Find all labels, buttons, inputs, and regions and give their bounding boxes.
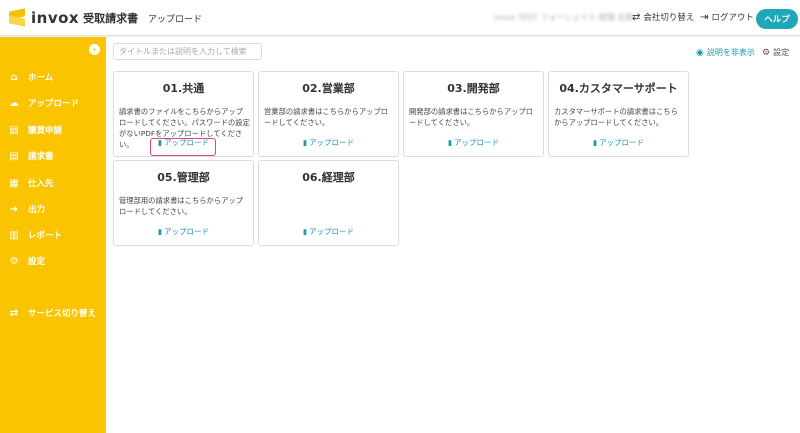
- upload-card: 02.営業部 営業部の請求書はこちらからアップロードしてください。 ▮ アップロー…: [258, 71, 399, 157]
- upload-link[interactable]: ▮ アップロード: [114, 226, 253, 237]
- hide-description-button[interactable]: ◉ 説明を非表示: [696, 47, 755, 58]
- sidebar-item-label: ホーム: [28, 73, 54, 83]
- handshake-icon: ⇄: [9, 307, 19, 319]
- sidebar-item-purchase-request[interactable]: ▤ 購買申請: [8, 123, 62, 137]
- sidebar-item-home[interactable]: ⌂ ホーム: [8, 70, 53, 84]
- file-icon: ▮: [592, 138, 598, 147]
- search-input[interactable]: [113, 43, 262, 60]
- brand-logo[interactable]: invox 受取請求書: [8, 8, 139, 27]
- upload-link[interactable]: ▮ アップロード: [259, 137, 398, 148]
- card-description: カスタマーサポートの請求書はこちらからアップロードしてください。: [554, 107, 678, 127]
- upload-link[interactable]: ▮ アップロード: [549, 137, 688, 148]
- service-switch-label: サービス切り替え: [28, 309, 97, 319]
- user-name: invox TEST フォーシェイル 経理 太郎: [494, 13, 634, 22]
- eye-slash-icon: ◉: [696, 47, 704, 58]
- building-icon: ▦: [9, 177, 19, 189]
- card-title: 02.営業部: [302, 82, 355, 95]
- sidebar-item-label: アップロード: [28, 99, 80, 109]
- sidebar-item-label: 仕入先: [28, 179, 54, 189]
- file-icon: ▮: [157, 227, 163, 236]
- page-title: アップロード: [148, 15, 203, 25]
- sidebar-item-settings[interactable]: ⚙ 設定: [8, 254, 46, 268]
- document-icon: ▤: [9, 124, 19, 136]
- file-icon: ▮: [302, 138, 308, 147]
- upload-card: 06.経理部 ▮ アップロード: [258, 160, 399, 246]
- logout-button[interactable]: ⇥ ログアウト: [700, 11, 754, 24]
- file-icon: ▮: [447, 138, 453, 147]
- upload-card: 04.カスタマーサポート カスタマーサポートの請求書はこちらからアップロードして…: [548, 71, 689, 157]
- sidebar-item-suppliers[interactable]: ▦ 仕入先: [8, 176, 54, 190]
- file-icon: ▮: [302, 227, 308, 236]
- gear-icon: ⚙: [9, 255, 19, 267]
- card-description: 開発部の請求書はこちらからアップロードしてください。: [409, 107, 534, 127]
- card-description: 管理部用の請求書はこちらからアップロードしてください。: [119, 196, 244, 216]
- highlight-box: [150, 138, 216, 156]
- sidebar-item-label: レポート: [28, 231, 63, 241]
- brand-name: invox: [31, 9, 80, 27]
- home-icon: ⌂: [10, 71, 18, 83]
- sidebar-item-label: 購買申請: [28, 126, 63, 136]
- upload-link[interactable]: ▮ アップロード: [404, 137, 543, 148]
- switch-company-button[interactable]: ⇄ 会社切り替え: [632, 11, 694, 24]
- chart-icon: ▥: [9, 229, 19, 241]
- upload-card: 03.開発部 開発部の請求書はこちらからアップロードしてください。 ▮ アップロー…: [403, 71, 544, 157]
- sidebar-item-label: 出力: [28, 205, 46, 215]
- service-switch-button[interactable]: ⇄ サービス切り替え: [8, 306, 96, 320]
- card-description: 営業部の請求書はこちらからアップロードしてください。: [264, 107, 389, 127]
- card-title: 06.経理部: [302, 171, 355, 184]
- app-header: invox 受取請求書 アップロード invox TEST フォーシェイル 経理…: [0, 0, 800, 36]
- card-title: 04.カスタマーサポート: [559, 82, 678, 95]
- chevron-left-icon[interactable]: ‹: [89, 44, 100, 55]
- invoice-icon: ▤: [9, 150, 19, 162]
- sidebar-item-reports[interactable]: ▥ レポート: [8, 228, 62, 242]
- sidebar-item-label: 設定: [28, 257, 46, 267]
- sidebar-item-label: 請求書: [28, 152, 54, 162]
- card-title: 03.開発部: [447, 82, 500, 95]
- cloud-upload-icon: ☁: [9, 97, 19, 109]
- card-title: 01.共通: [162, 82, 205, 95]
- upload-link[interactable]: ▮ アップロード: [259, 226, 398, 237]
- help-button[interactable]: ヘルプ: [756, 9, 798, 29]
- card-title: 05.管理部: [157, 171, 210, 184]
- sidebar-item-export[interactable]: ➜ 出力: [8, 202, 45, 216]
- upload-card: 05.管理部 管理部用の請求書はこちらからアップロードしてください。 ▮ アップロ…: [113, 160, 254, 246]
- sidebar: ‹ ⌂ ホーム ☁ アップロード ▤ 購買申請 ▤ 請求書 ▦ 仕入先 ➜ 出力…: [0, 37, 106, 433]
- sidebar-item-upload[interactable]: ☁ アップロード: [8, 96, 79, 110]
- invox-logo-icon: [8, 8, 26, 27]
- handshake-icon: ⇄: [632, 11, 641, 23]
- sidebar-item-invoices[interactable]: ▤ 請求書: [8, 149, 54, 163]
- export-icon: ➜: [9, 203, 19, 215]
- brand-subtitle: 受取請求書: [83, 12, 139, 25]
- settings-button[interactable]: ⚙ 設定: [762, 47, 789, 58]
- logout-icon: ⇥: [700, 11, 709, 23]
- gear-icon: ⚙: [762, 47, 771, 58]
